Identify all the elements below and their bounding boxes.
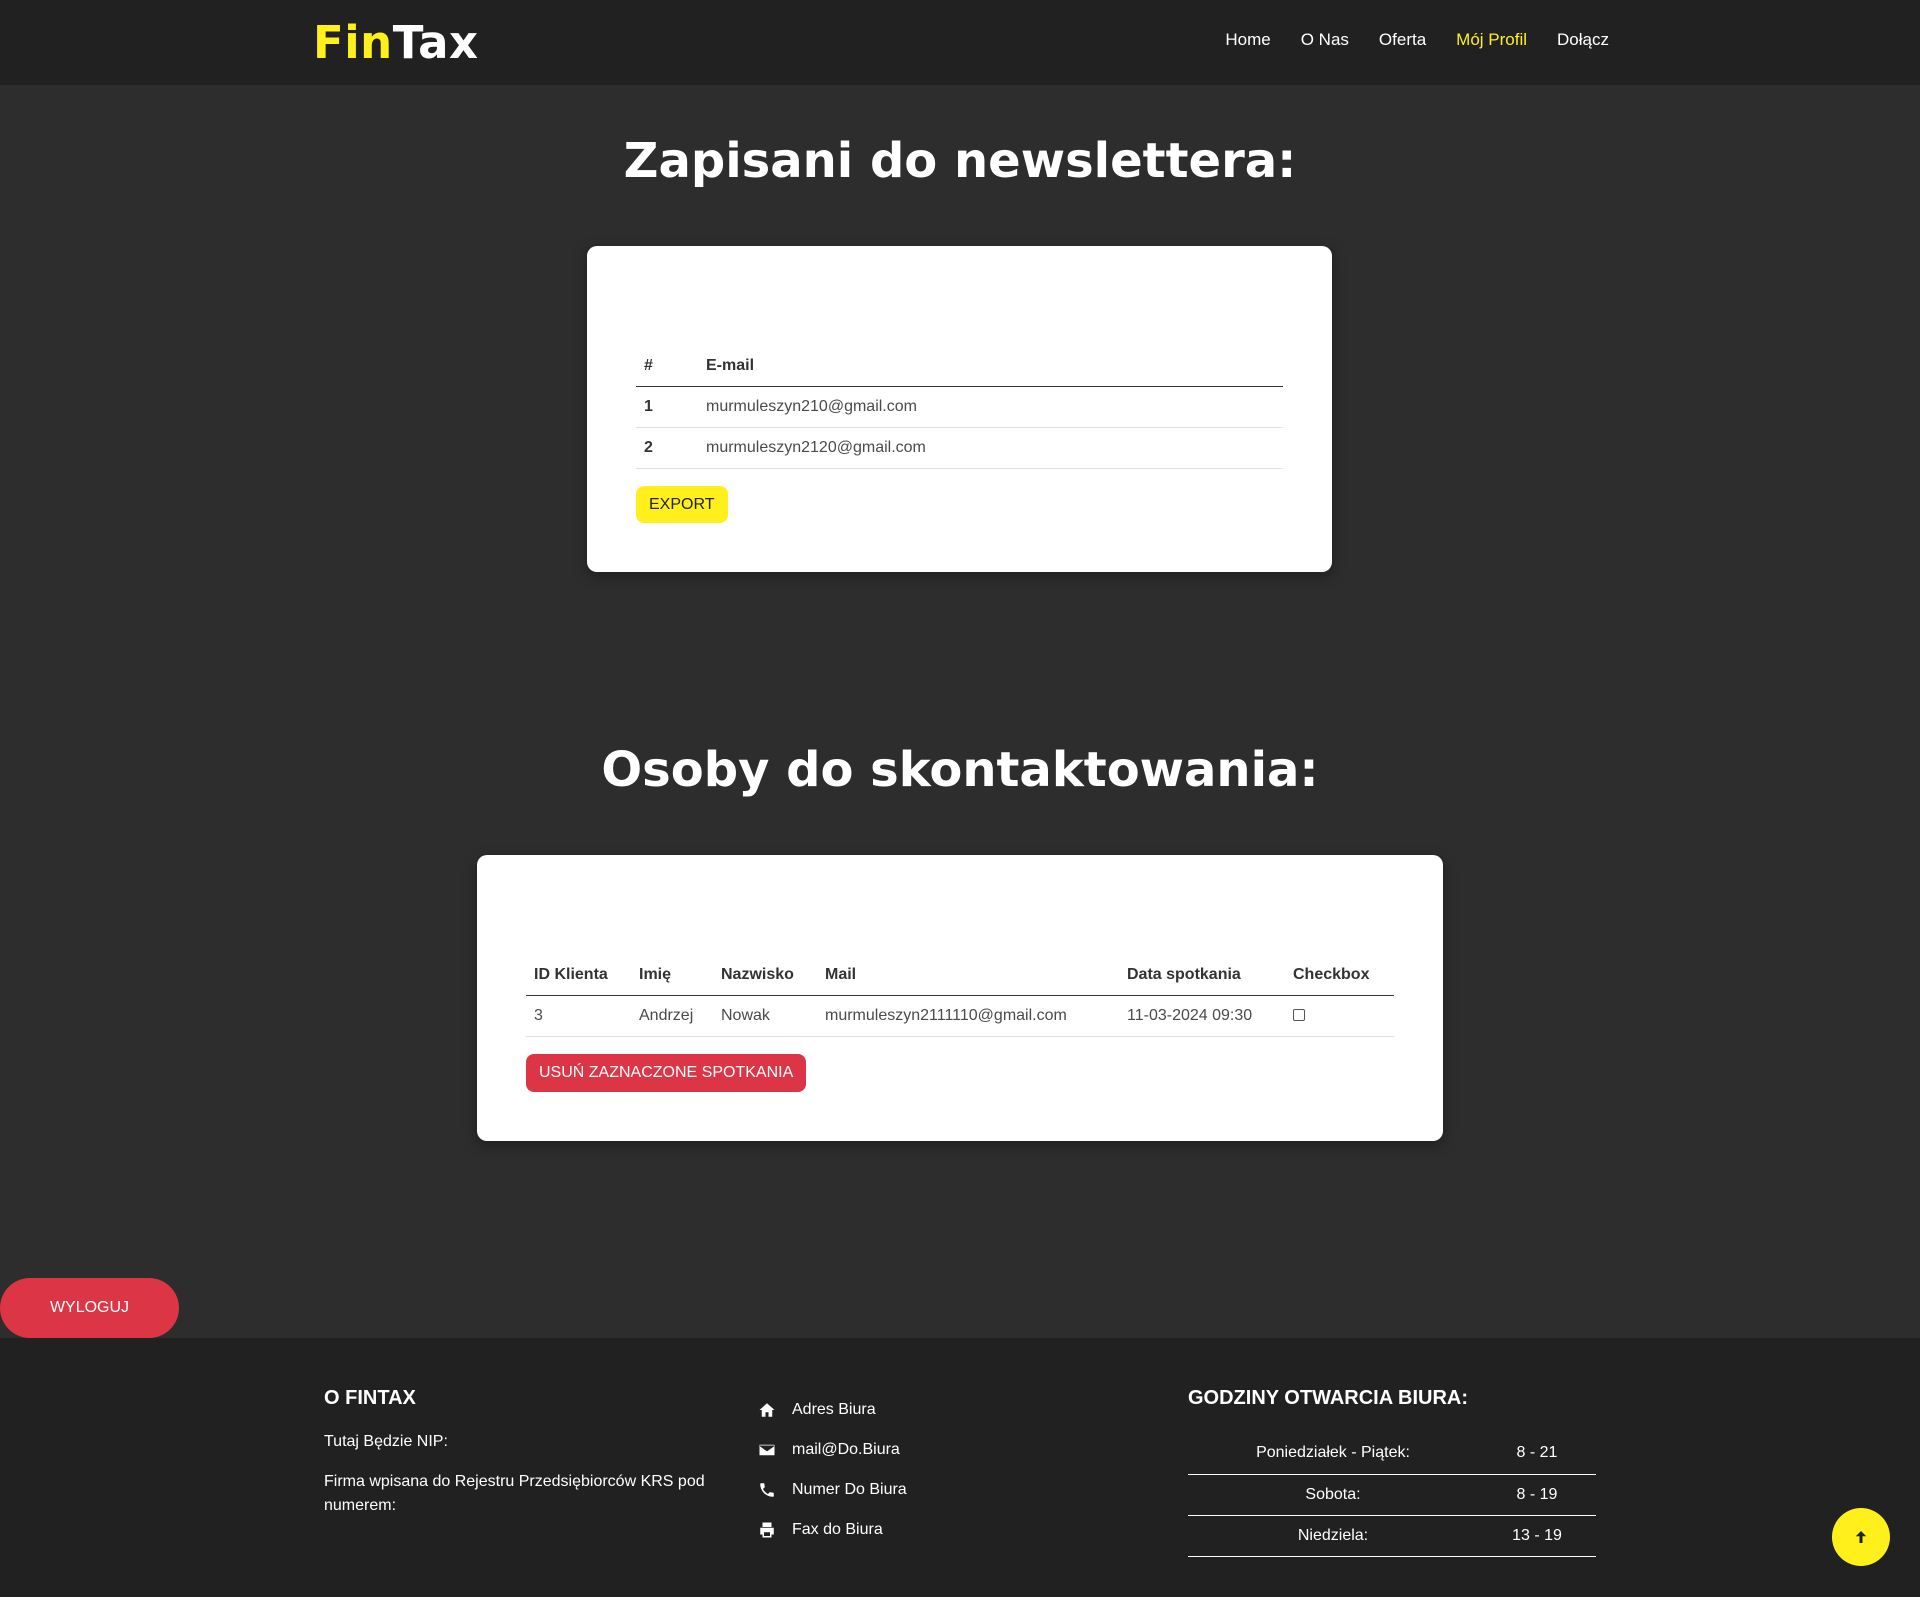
header-email: E-mail xyxy=(698,346,1283,387)
cell-checkbox xyxy=(1285,995,1394,1037)
cell-meeting-date: 11-03-2024 09:30 xyxy=(1119,995,1285,1037)
table-row: 2 murmuleszyn2120@gmail.com xyxy=(636,427,1283,469)
contacts-title: Osoby do skontaktowania: xyxy=(601,742,1319,798)
row-email: murmuleszyn2120@gmail.com xyxy=(698,427,1283,469)
contact-mail-label[interactable]: mail@Do.Biura xyxy=(792,1441,900,1459)
home-icon xyxy=(759,1403,775,1417)
footer-krs: Firma wpisana do Rejestru Przedsiębiorcó… xyxy=(324,1473,705,1514)
hours-row: Niedziela: 13 - 19 xyxy=(1188,1515,1596,1557)
printer-icon xyxy=(760,1522,774,1538)
contact-address-label: Adres Biura xyxy=(792,1401,876,1418)
newsletter-title: Zapisani do newslettera: xyxy=(623,133,1297,189)
delete-selected-button[interactable]: USUŃ ZAZNACZONE SPOTKANIA xyxy=(526,1054,807,1092)
header-last-name: Nazwisko xyxy=(713,955,817,996)
cell-last-name: Nowak xyxy=(713,995,817,1037)
table-row: 1 murmuleszyn210@gmail.com xyxy=(636,386,1283,428)
nav-menu: Home O Nas Oferta Mój Profil Dołącz xyxy=(1225,30,1609,50)
nav-dolacz[interactable]: Dołącz xyxy=(1557,30,1609,50)
table-header-row: ID Klienta Imię Nazwisko Mail Data spotk… xyxy=(526,955,1394,996)
header-first-name: Imię xyxy=(631,955,713,996)
export-button[interactable]: EXPORT xyxy=(636,486,728,523)
contact-address: Adres Biura xyxy=(758,1390,907,1430)
header-number: # xyxy=(636,346,698,387)
header-meeting-date: Data spotkania xyxy=(1119,955,1285,996)
contact-fax: Fax do Biura xyxy=(758,1510,907,1550)
contact-mail: mail@Do.Biura xyxy=(758,1430,907,1470)
back-to-top-button[interactable] xyxy=(1832,1508,1890,1566)
nav-oferta[interactable]: Oferta xyxy=(1379,30,1426,50)
footer-contact: Adres Biura mail@Do.Biura Numer Do Biura… xyxy=(758,1390,907,1550)
row-email: murmuleszyn210@gmail.com xyxy=(698,386,1283,428)
arrow-up-icon xyxy=(1855,1531,1867,1543)
brand-tax: Tax xyxy=(392,16,479,69)
nav-o-nas[interactable]: O Nas xyxy=(1301,30,1349,50)
header-mail: Mail xyxy=(817,955,1119,996)
header-client-id: ID Klienta xyxy=(526,955,631,996)
newsletter-table: # E-mail 1 murmuleszyn210@gmail.com 2 mu… xyxy=(636,346,1283,469)
newsletter-card: # E-mail 1 murmuleszyn210@gmail.com 2 mu… xyxy=(587,246,1332,572)
nav-moj-profil[interactable]: Mój Profil xyxy=(1456,30,1527,50)
hours-time: 13 - 19 xyxy=(1478,1515,1596,1557)
nav-home[interactable]: Home xyxy=(1225,30,1270,50)
row-number: 1 xyxy=(636,386,698,428)
footer-hours-title: GODZINY OTWARCIA BIURA: xyxy=(1188,1387,1468,1409)
hours-day: Sobota: xyxy=(1188,1474,1478,1516)
footer-hours: GODZINY OTWARCIA BIURA: Poniedziałek - P… xyxy=(1188,1387,1596,1557)
contact-phone-label: Numer Do Biura xyxy=(792,1481,907,1498)
hours-row: Sobota: 8 - 19 xyxy=(1188,1474,1596,1516)
contact-fax-label: Fax do Biura xyxy=(792,1521,883,1538)
header-checkbox: Checkbox xyxy=(1285,955,1394,996)
contact-phone: Numer Do Biura xyxy=(758,1470,907,1510)
cell-client-id: 3 xyxy=(526,995,631,1037)
cell-mail: murmuleszyn2111110@gmail.com xyxy=(817,995,1119,1037)
cell-first-name: Andrzej xyxy=(631,995,713,1037)
table-header-row: # E-mail xyxy=(636,346,1283,387)
hours-table: Poniedziałek - Piątek: 8 - 21 Sobota: 8 … xyxy=(1188,1433,1596,1557)
phone-icon xyxy=(760,1483,774,1497)
brand-fin: Fin xyxy=(313,16,393,69)
table-row: 3 Andrzej Nowak murmuleszyn2111110@gmail… xyxy=(526,995,1394,1037)
row-number: 2 xyxy=(636,427,698,469)
contacts-card: ID Klienta Imię Nazwisko Mail Data spotk… xyxy=(477,855,1443,1141)
hours-time: 8 - 19 xyxy=(1478,1474,1596,1516)
contacts-table: ID Klienta Imię Nazwisko Mail Data spotk… xyxy=(526,955,1394,1037)
logout-button[interactable]: WYLOGUJ xyxy=(0,1278,179,1338)
hours-row: Poniedziałek - Piątek: 8 - 21 xyxy=(1188,1433,1596,1475)
hours-time: 8 - 21 xyxy=(1478,1433,1596,1475)
hours-day: Poniedziałek - Piątek: xyxy=(1188,1433,1478,1475)
footer-about-title: O FINTAX xyxy=(324,1387,416,1409)
navbar: FinTax Home O Nas Oferta Mój Profil Dołą… xyxy=(0,0,1920,85)
footer-nip: Tutaj Będzie NIP: xyxy=(324,1433,448,1450)
footer: O FINTAX Tutaj Będzie NIP: Firma wpisana… xyxy=(0,1338,1920,1597)
brand-logo[interactable]: FinTax xyxy=(313,17,479,69)
footer-about: O FINTAX Tutaj Będzie NIP: Firma wpisana… xyxy=(324,1387,724,1518)
envelope-icon xyxy=(759,1444,775,1456)
hours-day: Niedziela: xyxy=(1188,1515,1478,1557)
meeting-checkbox[interactable] xyxy=(1293,1009,1305,1022)
